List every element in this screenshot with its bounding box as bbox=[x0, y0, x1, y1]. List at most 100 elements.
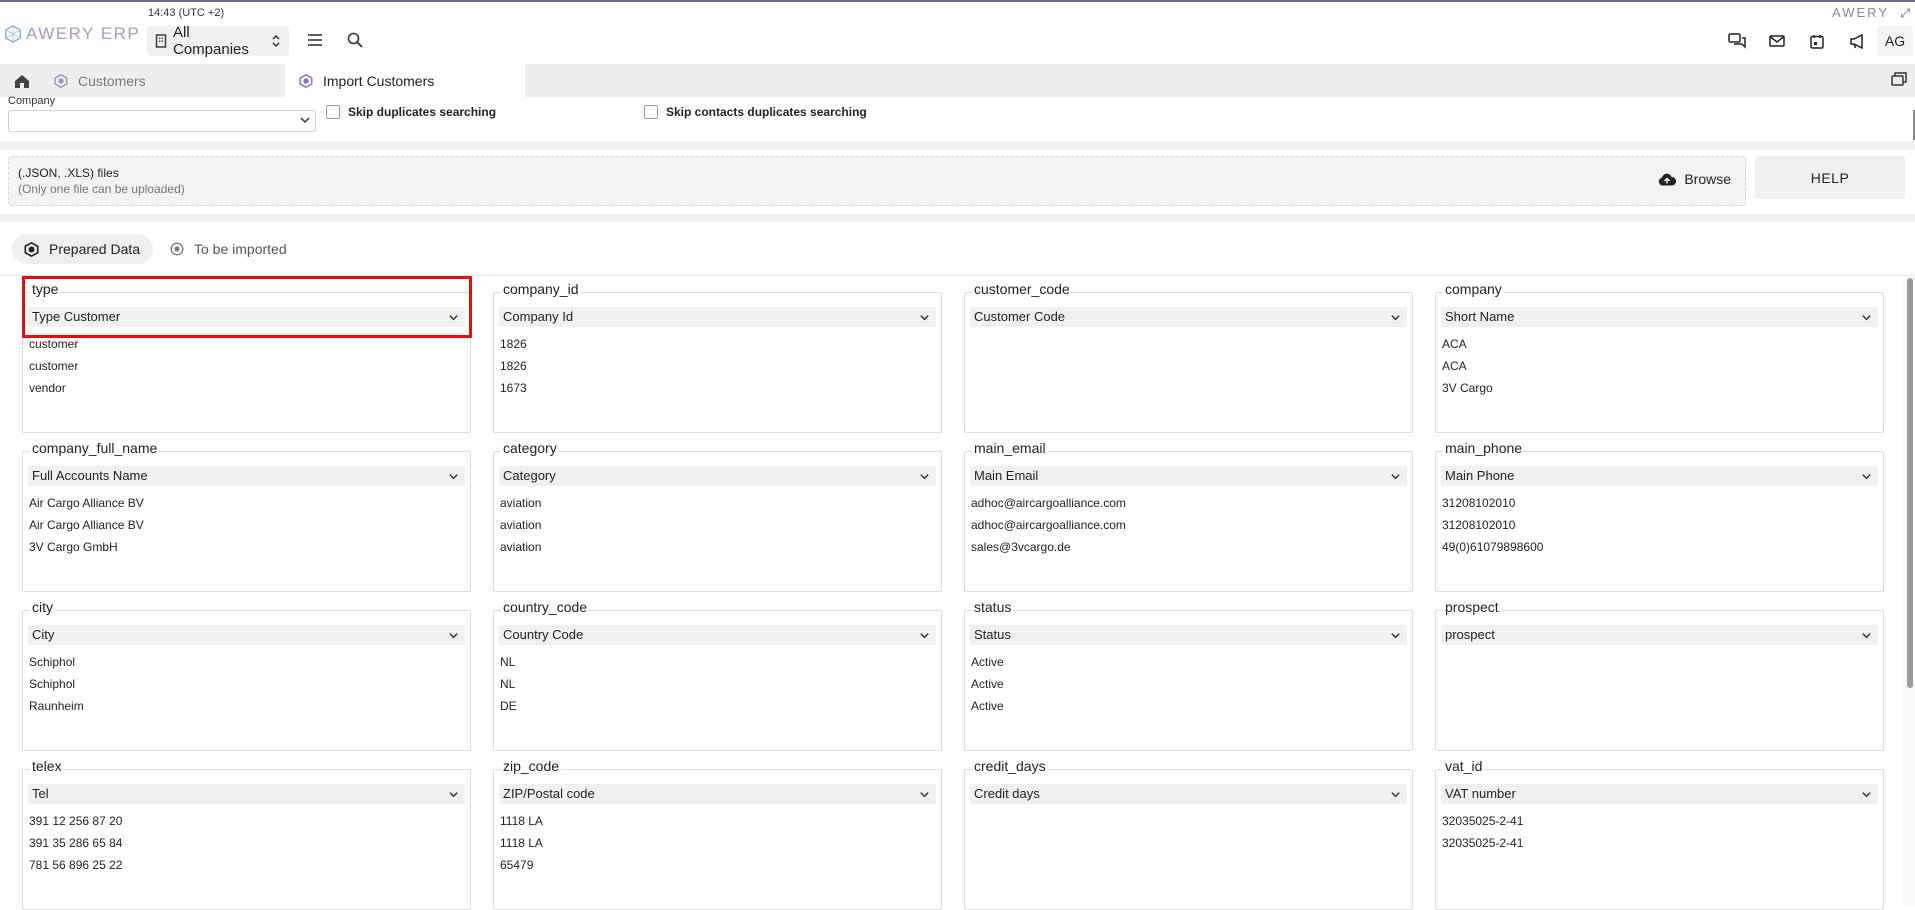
sample-value: ACA bbox=[1442, 337, 1467, 351]
sample-value: customer bbox=[29, 337, 79, 351]
field-mapping-select[interactable]: VAT number bbox=[1441, 784, 1878, 804]
windows-icon[interactable] bbox=[1891, 72, 1907, 91]
field-card-city: city City Schiphol Schiphol Raunheim bbox=[22, 598, 471, 751]
field-mapping-select[interactable]: Customer Code bbox=[970, 307, 1407, 327]
field-mapping-select[interactable]: Tel bbox=[28, 784, 465, 804]
sample-values: customer customer vendor bbox=[29, 333, 78, 399]
field-mapping-select[interactable]: Country Code bbox=[499, 625, 936, 645]
logo-cube-icon bbox=[5, 25, 21, 43]
field-card-company: company Short Name ACA ACA 3V Cargo bbox=[1435, 280, 1884, 433]
field-mapping-select[interactable]: Full Accounts Name bbox=[28, 466, 465, 486]
checkbox-box[interactable] bbox=[644, 105, 658, 119]
app-logo[interactable]: AWERY ERP bbox=[4, 24, 140, 44]
chevron-down-icon bbox=[1391, 474, 1400, 480]
field-mapping-select[interactable]: Main Email bbox=[970, 466, 1407, 486]
prepared-data-label: Prepared Data bbox=[49, 241, 141, 257]
sample-value: Schiphol bbox=[29, 655, 76, 669]
field-mapping-select[interactable]: ZIP/Postal code bbox=[499, 784, 936, 804]
hamburger-menu-icon[interactable] bbox=[303, 28, 327, 52]
chevron-down-icon bbox=[920, 474, 929, 480]
sample-value: 32035025-2-41 bbox=[1442, 836, 1524, 850]
tab-customers[interactable]: Customers bbox=[40, 64, 285, 97]
field-card-company-full-name: company_full_name Full Accounts Name Air C… bbox=[22, 439, 471, 592]
field-card-prospect: prospect prospect bbox=[1435, 598, 1884, 751]
field-mapping-select[interactable]: Short Name bbox=[1441, 307, 1878, 327]
sample-value: 31208102010 bbox=[1442, 518, 1516, 532]
chevron-down-icon bbox=[1391, 633, 1400, 639]
scrollbar-thumb[interactable] bbox=[1907, 278, 1913, 688]
field-mapping-select[interactable]: Main Phone bbox=[1441, 466, 1878, 486]
company-select[interactable] bbox=[8, 110, 316, 132]
chevron-down-icon bbox=[1391, 315, 1400, 321]
sample-value: 3V Cargo GmbH bbox=[29, 540, 118, 554]
chevron-down-icon bbox=[449, 315, 458, 321]
calendar-icon[interactable] bbox=[1797, 26, 1837, 56]
field-mapping-value: Status bbox=[974, 627, 1011, 642]
field-mapping-select[interactable]: Category bbox=[499, 466, 936, 486]
field-card-category: category Category aviation aviation aviation bbox=[493, 439, 942, 592]
field-name: status bbox=[972, 598, 1014, 616]
logo-text: AWERY ERP bbox=[26, 24, 141, 43]
field-mapping-select[interactable]: City bbox=[28, 625, 465, 645]
top-bar: AWERY ERP 14:43 (UTC +2) All Companies A… bbox=[0, 0, 1915, 64]
field-mapping-select[interactable]: prospect bbox=[1441, 625, 1878, 645]
field-card-customer-code: customer_code Customer Code bbox=[964, 280, 1413, 433]
field-mapping-select[interactable]: Type Customer bbox=[28, 307, 465, 327]
file-upload-dropzone[interactable]: (.JSON, .XLS) files (Only one file can b… bbox=[8, 156, 1746, 206]
field-card-zip-code: zip_code ZIP/Postal code 1118 LA 1118 LA 654… bbox=[493, 757, 942, 910]
field-name: prospect bbox=[1443, 598, 1501, 616]
field-mapping-select[interactable]: Credit days bbox=[970, 784, 1407, 804]
help-button[interactable]: HELP bbox=[1755, 156, 1905, 199]
field-mapping-select[interactable]: Status bbox=[970, 625, 1407, 645]
mail-icon[interactable] bbox=[1757, 26, 1797, 56]
field-mapping-value: Short Name bbox=[1445, 309, 1515, 324]
field-name: customer_code bbox=[972, 280, 1072, 298]
sample-values: 1118 LA 1118 LA 65479 bbox=[500, 810, 543, 876]
company-field-label: Company bbox=[8, 95, 56, 107]
sample-value: Air Cargo Alliance BV bbox=[29, 496, 144, 510]
sample-values: Schiphol Schiphol Raunheim bbox=[29, 651, 84, 717]
upload-title: (.JSON, .XLS) files bbox=[18, 166, 119, 180]
tab-import-customers[interactable]: Import Customers bbox=[285, 64, 525, 97]
field-mapping-select[interactable]: Company Id bbox=[499, 307, 936, 327]
sample-value: 1118 LA bbox=[500, 814, 543, 828]
sample-values: 32035025-2-41 32035025-2-41 bbox=[1442, 810, 1523, 854]
field-mapping-value: Company Id bbox=[503, 309, 574, 324]
field-name: company_id bbox=[501, 280, 581, 298]
home-icon[interactable] bbox=[10, 71, 34, 91]
to-be-imported-toggle[interactable]: To be imported bbox=[170, 234, 287, 264]
megaphone-icon[interactable] bbox=[1837, 26, 1877, 56]
sample-value: 1118 LA bbox=[500, 836, 543, 850]
sample-value: 32035025-2-41 bbox=[1442, 814, 1524, 828]
browse-button[interactable]: Browse bbox=[1658, 171, 1731, 187]
prepared-data-toggle[interactable]: Prepared Data bbox=[12, 234, 154, 264]
sample-value: Active bbox=[971, 655, 1004, 669]
chat-icon[interactable] bbox=[1717, 26, 1757, 56]
chevron-down-icon bbox=[1862, 633, 1871, 639]
checkbox-box[interactable] bbox=[326, 105, 340, 119]
sample-value: 49(0)61079898600 bbox=[1442, 540, 1544, 554]
field-name: telex bbox=[30, 757, 64, 775]
search-icon[interactable] bbox=[343, 28, 367, 52]
sample-value: Raunheim bbox=[29, 699, 84, 713]
chevron-down-icon bbox=[300, 117, 310, 124]
skip-duplicates-checkbox[interactable]: Skip duplicates searching bbox=[326, 105, 496, 119]
sample-value: ACA bbox=[1442, 359, 1467, 373]
field-name: company bbox=[1443, 280, 1504, 298]
sample-value: aviation bbox=[500, 496, 542, 510]
tab-label: Customers bbox=[78, 72, 146, 89]
sample-value: 31208102010 bbox=[1442, 496, 1516, 510]
field-name: city bbox=[30, 598, 55, 616]
fullscreen-icon[interactable]: ⤢ bbox=[1900, 6, 1910, 21]
upload-hint: (Only one file can be uploaded) bbox=[18, 182, 185, 196]
sample-values: NL NL DE bbox=[500, 651, 517, 717]
skip-contacts-duplicates-checkbox[interactable]: Skip contacts duplicates searching bbox=[644, 105, 867, 119]
sample-values: Air Cargo Alliance BV Air Cargo Alliance … bbox=[29, 492, 144, 558]
header-actions: AG bbox=[1717, 26, 1915, 56]
chevron-down-icon bbox=[1862, 792, 1871, 798]
user-avatar[interactable]: AG bbox=[1877, 26, 1913, 56]
company-switcher[interactable]: All Companies bbox=[147, 24, 289, 58]
sample-value: DE bbox=[500, 699, 517, 713]
sample-values: Active Active Active bbox=[971, 651, 1004, 717]
sample-values: 31208102010 31208102010 49(0)61079898600 bbox=[1442, 492, 1543, 558]
